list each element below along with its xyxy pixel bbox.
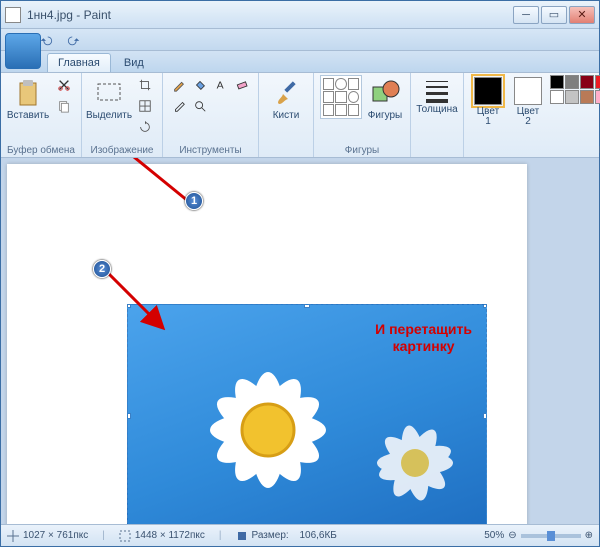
status-cursor: 1027 × 761пкс: [7, 530, 88, 542]
cut-icon[interactable]: [53, 75, 75, 95]
palette-swatch[interactable]: [580, 90, 594, 104]
text-icon[interactable]: A: [211, 75, 231, 95]
group-tools: A Инструменты: [163, 73, 259, 157]
paste-icon: [12, 77, 44, 109]
select-icon: [93, 77, 125, 109]
svg-text:A: A: [217, 80, 224, 92]
fill-icon[interactable]: [190, 75, 210, 95]
group-clipboard: Вставить Буфер обмена: [1, 73, 82, 157]
ribbon-tabs: Главная Вид: [1, 51, 599, 73]
eyedropper-icon[interactable]: [169, 96, 189, 116]
brushes-button[interactable]: Кисти: [265, 75, 307, 123]
flower-illustration-small: [350, 403, 480, 523]
redo-icon[interactable]: [63, 31, 85, 49]
group-size: Толщина: [411, 73, 464, 157]
flower-illustration: [168, 335, 368, 524]
palette-swatch[interactable]: [595, 75, 600, 89]
window-controls: ─ ▭ ✕: [513, 6, 595, 24]
shapes-gallery[interactable]: [320, 75, 362, 119]
color2-well: [514, 77, 542, 105]
group-image: Выделить Изображение: [82, 73, 163, 157]
select-button[interactable]: Выделить: [88, 75, 130, 123]
color1-button[interactable]: Цвет 1: [470, 75, 506, 129]
crop-icon[interactable]: [134, 75, 156, 95]
color2-button[interactable]: Цвет 2: [510, 75, 546, 129]
canvas[interactable]: И перетащить картинку 1 2: [7, 164, 527, 524]
close-button[interactable]: ✕: [569, 6, 595, 24]
pasted-image-selection[interactable]: И перетащить картинку: [127, 304, 487, 524]
group-shapes: Фигуры Фигуры: [314, 73, 411, 157]
group-colors: Цвет 1 Цвет 2 Изменение цветов Цвета: [464, 73, 600, 157]
color1-well: [474, 77, 502, 105]
palette-swatch[interactable]: [550, 90, 564, 104]
canvas-area[interactable]: И перетащить картинку 1 2: [1, 158, 599, 524]
copy-icon[interactable]: [53, 96, 75, 116]
annotation-text: И перетащить картинку: [375, 321, 472, 355]
zoom-control[interactable]: 50% ⊖ ⊕: [484, 530, 593, 541]
shapes-icon: [369, 77, 401, 109]
zoom-out-button[interactable]: ⊖: [508, 530, 516, 541]
titlebar: 1нн4.jpg - Paint ─ ▭ ✕: [1, 1, 599, 29]
paint-window: 1нн4.jpg - Paint ─ ▭ ✕ Главная Вид Встав…: [0, 0, 600, 547]
window-title: 1нн4.jpg - Paint: [27, 8, 513, 22]
size-button[interactable]: Толщина: [417, 75, 457, 117]
zoom-in-button[interactable]: ⊕: [585, 530, 593, 541]
brush-icon: [270, 77, 302, 109]
eraser-icon[interactable]: [232, 75, 252, 95]
palette-swatch[interactable]: [595, 90, 600, 104]
quick-access-toolbar: [1, 29, 599, 51]
status-selection-size: 1448 × 1172пкс: [119, 530, 205, 542]
pencil-icon[interactable]: [169, 75, 189, 95]
palette-swatch[interactable]: [565, 90, 579, 104]
paste-button[interactable]: Вставить: [7, 75, 49, 123]
badge-1: 1: [185, 192, 203, 210]
palette-swatch[interactable]: [565, 75, 579, 89]
tools-grid: A: [169, 75, 252, 116]
rotate-icon[interactable]: [134, 117, 156, 137]
maximize-button[interactable]: ▭: [541, 6, 567, 24]
palette-swatch[interactable]: [580, 75, 594, 89]
app-icon: [5, 7, 21, 23]
magnifier-icon[interactable]: [190, 96, 210, 116]
resize-icon[interactable]: [134, 96, 156, 116]
statusbar: 1027 × 761пкс | 1448 × 1172пкс | Размер:…: [1, 524, 599, 546]
ribbon: Вставить Буфер обмена Выделить: [1, 73, 599, 158]
shapes-button[interactable]: Фигуры: [366, 75, 404, 123]
tab-home[interactable]: Главная: [47, 53, 111, 72]
group-brushes: Кисти: [259, 73, 314, 157]
file-menu-button[interactable]: [5, 33, 41, 69]
palette-swatch[interactable]: [550, 75, 564, 89]
arrow-annotation-1: [83, 158, 193, 206]
status-filesize: Размер: 106,6КБ: [236, 530, 337, 542]
minimize-button[interactable]: ─: [513, 6, 539, 24]
zoom-slider[interactable]: [521, 534, 581, 538]
tab-view[interactable]: Вид: [113, 53, 155, 72]
size-icon: [423, 77, 451, 103]
badge-2: 2: [93, 260, 111, 278]
color-palette[interactable]: [550, 75, 600, 104]
